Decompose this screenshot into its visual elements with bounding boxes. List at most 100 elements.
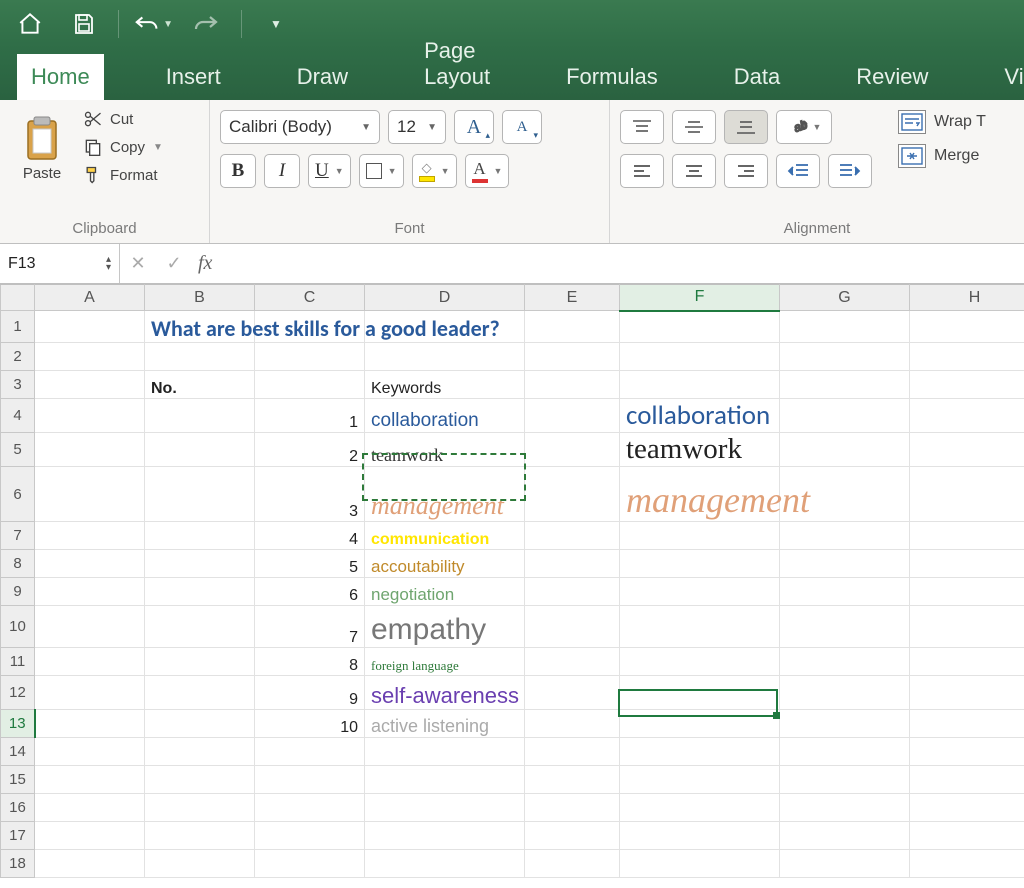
redo-icon[interactable] (187, 4, 227, 44)
tab-data[interactable]: Data (720, 54, 794, 100)
cell-C11[interactable]: 8 (255, 648, 365, 676)
row-header-7[interactable]: 7 (1, 522, 35, 550)
cell-G8[interactable] (780, 550, 910, 578)
cell-D16[interactable] (365, 794, 525, 822)
cell-H5[interactable] (910, 433, 1024, 467)
font-name-combo[interactable]: Calibri (Body)▼ (220, 110, 380, 144)
cell-A8[interactable] (35, 550, 145, 578)
cell-D15[interactable] (365, 766, 525, 794)
cell-D6[interactable]: management (365, 467, 525, 522)
cell-F16[interactable] (620, 794, 780, 822)
align-left-button[interactable] (620, 154, 664, 188)
underline-button[interactable]: U▼ (308, 154, 351, 188)
cell-H13[interactable] (910, 710, 1024, 738)
column-header-E[interactable]: E (525, 285, 620, 311)
cell-D17[interactable] (365, 822, 525, 850)
name-box[interactable]: F13 ▴▾ (0, 244, 120, 283)
cell-E13[interactable] (525, 710, 620, 738)
home-icon[interactable] (10, 4, 50, 44)
cell-F5[interactable]: teamwork (620, 433, 780, 467)
cell-H16[interactable] (910, 794, 1024, 822)
column-header-D[interactable]: D (365, 285, 525, 311)
spreadsheet-grid[interactable]: ABCDEFGH1What are best skills for a good… (0, 284, 1024, 888)
cell-G18[interactable] (780, 850, 910, 878)
row-header-16[interactable]: 16 (1, 794, 35, 822)
cell-F14[interactable] (620, 738, 780, 766)
cell-H17[interactable] (910, 822, 1024, 850)
row-header-15[interactable]: 15 (1, 766, 35, 794)
cut-button[interactable]: Cut (82, 108, 163, 130)
wrap-text-button[interactable]: Wrap T (898, 110, 986, 134)
cell-E15[interactable] (525, 766, 620, 794)
cell-H9[interactable] (910, 578, 1024, 606)
cell-F9[interactable] (620, 578, 780, 606)
cell-H2[interactable] (910, 343, 1024, 371)
align-right-button[interactable] (724, 154, 768, 188)
column-header-G[interactable]: G (780, 285, 910, 311)
cell-H1[interactable] (910, 311, 1024, 343)
cell-F8[interactable] (620, 550, 780, 578)
cell-C8[interactable]: 5 (255, 550, 365, 578)
cell-D2[interactable] (365, 343, 525, 371)
column-header-B[interactable]: B (145, 285, 255, 311)
cell-D5[interactable]: teamwork (365, 433, 525, 467)
cell-C2[interactable] (255, 343, 365, 371)
align-top-button[interactable] (620, 110, 664, 144)
column-header-H[interactable]: H (910, 285, 1024, 311)
column-header-C[interactable]: C (255, 285, 365, 311)
font-size-combo[interactable]: 12▼ (388, 110, 446, 144)
cell-C16[interactable] (255, 794, 365, 822)
cell-B10[interactable] (145, 606, 255, 648)
increase-indent-button[interactable] (828, 154, 872, 188)
cell-E11[interactable] (525, 648, 620, 676)
cell-E4[interactable] (525, 399, 620, 433)
cell-F13[interactable] (620, 710, 780, 738)
row-header-8[interactable]: 8 (1, 550, 35, 578)
cell-C12[interactable]: 9 (255, 676, 365, 710)
cell-F11[interactable] (620, 648, 780, 676)
cell-B7[interactable] (145, 522, 255, 550)
row-header-17[interactable]: 17 (1, 822, 35, 850)
cell-A11[interactable] (35, 648, 145, 676)
cell-G5[interactable] (780, 433, 910, 467)
fill-color-button[interactable]: ◇▼ (412, 154, 457, 188)
fx-label[interactable]: fx (192, 244, 218, 283)
cell-A10[interactable] (35, 606, 145, 648)
copy-dropdown-icon[interactable]: ▼ (153, 142, 163, 153)
cell-D14[interactable] (365, 738, 525, 766)
align-bottom-button[interactable] (724, 110, 768, 144)
orientation-button[interactable]: ab▼ (776, 110, 832, 144)
select-all-corner[interactable] (1, 285, 35, 311)
cell-C15[interactable] (255, 766, 365, 794)
cell-F18[interactable] (620, 850, 780, 878)
undo-dropdown-icon[interactable]: ▼ (163, 19, 173, 30)
cell-A4[interactable] (35, 399, 145, 433)
cell-A17[interactable] (35, 822, 145, 850)
cell-F2[interactable] (620, 343, 780, 371)
save-icon[interactable] (64, 4, 104, 44)
cell-F7[interactable] (620, 522, 780, 550)
cell-D12[interactable]: self-awareness (365, 676, 525, 710)
cell-A18[interactable] (35, 850, 145, 878)
tab-draw[interactable]: Draw (283, 54, 362, 100)
cell-F4[interactable]: collaboration (620, 399, 780, 433)
cell-E6[interactable] (525, 467, 620, 522)
cell-G16[interactable] (780, 794, 910, 822)
cell-D3[interactable]: Keywords (365, 371, 525, 399)
cell-C17[interactable] (255, 822, 365, 850)
cell-G14[interactable] (780, 738, 910, 766)
cell-G11[interactable] (780, 648, 910, 676)
cell-E7[interactable] (525, 522, 620, 550)
cell-H6[interactable] (910, 467, 1024, 522)
cell-B2[interactable] (145, 343, 255, 371)
cell-F10[interactable] (620, 606, 780, 648)
paste-button[interactable]: Paste (10, 106, 74, 186)
cell-H8[interactable] (910, 550, 1024, 578)
cell-C7[interactable]: 4 (255, 522, 365, 550)
cell-H12[interactable] (910, 676, 1024, 710)
format-painter-button[interactable]: Format (82, 164, 163, 186)
formula-input[interactable] (218, 244, 1024, 283)
cell-B5[interactable] (145, 433, 255, 467)
cell-E17[interactable] (525, 822, 620, 850)
copy-button[interactable]: Copy ▼ (82, 136, 163, 158)
